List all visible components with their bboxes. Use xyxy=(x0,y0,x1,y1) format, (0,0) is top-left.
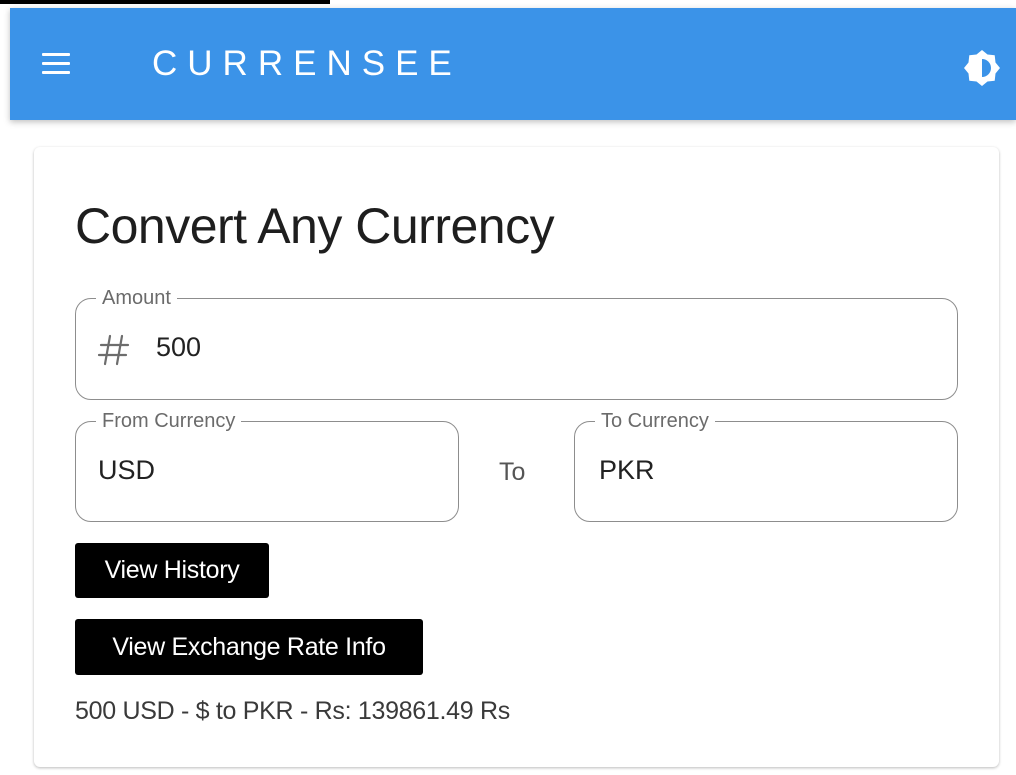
page-title: Convert Any Currency xyxy=(75,198,555,254)
to-separator-label: To xyxy=(499,458,526,486)
hamburger-menu-icon xyxy=(42,71,70,74)
amount-label: Amount xyxy=(102,287,171,309)
to-currency-label: To Currency xyxy=(601,410,709,432)
hash-icon xyxy=(97,334,130,366)
from-currency-label: From Currency xyxy=(102,410,236,432)
hamburger-menu-icon xyxy=(42,53,70,56)
app-bar: CURRENSEE xyxy=(10,8,1016,120)
hamburger-menu-icon xyxy=(42,62,70,65)
conversion-result: 500 USD - $ to PKR - Rs: 139861.49 Rs xyxy=(75,697,510,725)
app-title: CURRENSEE xyxy=(152,44,462,83)
theme-toggle-button[interactable] xyxy=(963,49,1001,87)
view-exchange-rate-info-button[interactable]: View Exchange Rate Info xyxy=(75,619,423,675)
menu-button[interactable] xyxy=(42,53,70,77)
to-currency-input[interactable]: PKR xyxy=(599,455,655,485)
top-rule xyxy=(0,0,330,4)
amount-input[interactable]: 500 xyxy=(156,332,201,362)
brightness-toggle-icon xyxy=(964,50,1000,86)
from-currency-input[interactable]: USD xyxy=(98,455,155,485)
amount-field[interactable]: Amount xyxy=(75,288,958,400)
view-history-button[interactable]: View History xyxy=(75,543,269,598)
